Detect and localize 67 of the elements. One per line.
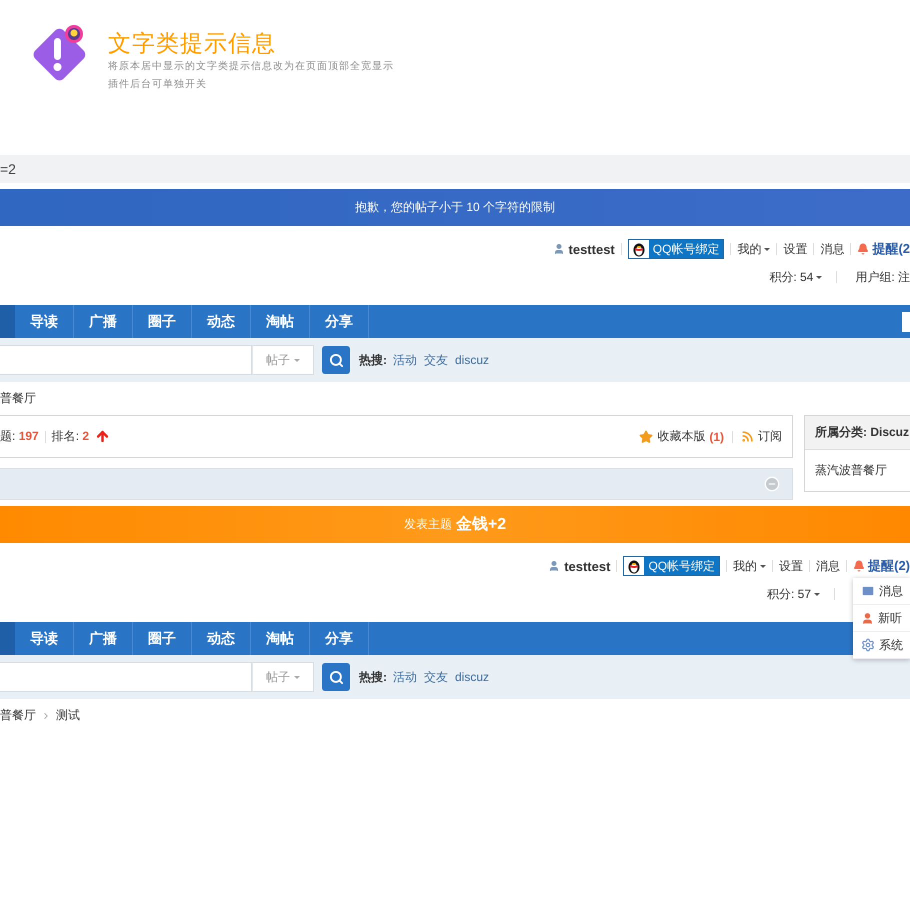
- user-menu-link[interactable]: 设置: [779, 558, 804, 574]
- reminder-link[interactable]: 提醒(2: [857, 240, 910, 258]
- category-heading: 所属分类: Discuz: [805, 416, 910, 450]
- caret-icon: [816, 276, 822, 278]
- notice-text: 抱歉，您的帖子小于 10 个字符的限制: [354, 199, 555, 216]
- caret-icon: [760, 564, 766, 568]
- user-icon: [861, 612, 874, 624]
- hot-search-label: 热搜:: [359, 668, 387, 686]
- username[interactable]: testtest: [568, 242, 615, 256]
- url-fragment: =2: [0, 155, 910, 183]
- plugin-description: 插件后台可单独开关: [108, 78, 208, 92]
- user-menu-link[interactable]: 设置: [783, 240, 808, 258]
- caret-icon: [764, 248, 770, 250]
- user-menu-link[interactable]: 我的: [737, 240, 770, 258]
- forum-stat: 题: 197: [0, 428, 39, 445]
- nav-tab[interactable]: [0, 622, 15, 655]
- user-icon: [552, 243, 565, 255]
- breadcrumb-link[interactable]: 普餐厅: [0, 390, 36, 407]
- user-menu-link[interactable]: 消息: [816, 558, 840, 574]
- breadcrumb-link[interactable]: 测试: [56, 707, 80, 724]
- search-icon: [328, 352, 344, 368]
- search-button[interactable]: [322, 663, 350, 691]
- bell-icon: [857, 243, 870, 255]
- plugin-title: 文字类提示信息: [108, 29, 277, 58]
- penguin-icon: [632, 241, 646, 257]
- search-icon: [328, 670, 344, 684]
- search-field[interactable]: [0, 345, 252, 375]
- category-item[interactable]: 蒸汽波普餐厅: [805, 450, 910, 491]
- dropdown-item[interactable]: 消息: [853, 578, 910, 605]
- qq-bind-button[interactable]: QQ帐号绑定: [623, 556, 720, 576]
- star-icon: [639, 430, 654, 444]
- collapse-icon[interactable]: [764, 476, 780, 492]
- plugin-description: 将原本居中显示的文字类提示信息改为在页面顶部全宽显示: [108, 60, 394, 74]
- dropdown-item[interactable]: 新听: [853, 605, 910, 632]
- user-menu-link[interactable]: 消息: [820, 240, 844, 258]
- subscribe-link[interactable]: 订阅: [741, 428, 782, 445]
- penguin-icon: [627, 558, 642, 574]
- user-menu-link[interactable]: 我的: [733, 558, 766, 574]
- reward-text: 金钱+2: [456, 514, 506, 535]
- search-field[interactable]: [902, 312, 910, 332]
- hot-search-link[interactable]: 活动: [393, 352, 417, 368]
- forum-stat: 排名: 2: [52, 428, 90, 445]
- favorite-link[interactable]: 收藏本版 (1): [639, 428, 724, 445]
- notice-text: 发表主题: [404, 516, 452, 533]
- hot-search-link[interactable]: 交友: [424, 352, 448, 368]
- caret-icon: [294, 358, 300, 362]
- hot-search-link[interactable]: discuz: [455, 670, 490, 684]
- credits-link[interactable]: 积分: 57: [766, 586, 820, 602]
- search-field[interactable]: [0, 662, 252, 692]
- bell-icon: [853, 560, 866, 572]
- username[interactable]: testtest: [564, 558, 610, 574]
- user-group-link[interactable]: 用户组: 注: [855, 268, 910, 286]
- credits-link[interactable]: 积分: 54: [769, 268, 822, 286]
- caret-icon: [814, 592, 820, 596]
- hot-search-label: 热搜:: [359, 352, 387, 368]
- search-button[interactable]: [322, 346, 350, 374]
- hot-search-link[interactable]: discuz: [455, 353, 490, 367]
- user-icon: [548, 560, 560, 572]
- hot-search-link[interactable]: 活动: [393, 668, 417, 686]
- nav-tab[interactable]: [0, 305, 15, 338]
- reminder-link[interactable]: 提醒(2): [853, 557, 910, 575]
- hot-search-link[interactable]: 交友: [424, 668, 448, 686]
- breadcrumb-link[interactable]: 普餐厅: [0, 707, 36, 724]
- caret-icon: [294, 676, 300, 678]
- qq-bind-button[interactable]: QQ帐号绑定: [628, 239, 724, 259]
- rss-icon: [741, 430, 754, 443]
- settings-icon: [861, 638, 875, 652]
